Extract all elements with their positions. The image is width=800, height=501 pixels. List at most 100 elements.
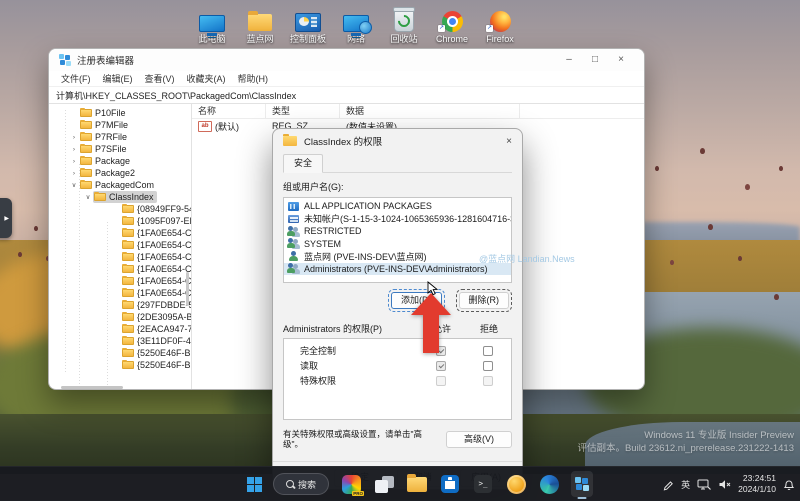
permissions-dialog: ClassIndex 的权限 × 安全 组或用户名(G): ALL APPLIC…	[272, 128, 523, 490]
desktop-icon-landian-folder[interactable]: 蓝点网	[234, 5, 286, 44]
taskbar-orange-app[interactable]	[505, 471, 527, 497]
pen-icon[interactable]	[662, 478, 674, 491]
user-row[interactable]: 未知帐户(S-1-15-3-1024-1065365936-1281604716…	[284, 213, 511, 226]
recycle-bin-icon	[394, 9, 414, 32]
desktop-icon-firefox[interactable]: ↗ Firefox	[474, 5, 526, 44]
column-type[interactable]: 类型	[266, 104, 340, 118]
taskbar-microsoft-store[interactable]	[439, 471, 461, 497]
desktop-icon-network[interactable]: 网络	[330, 5, 382, 44]
expand-icon[interactable]: ›	[69, 134, 79, 141]
tree-item[interactable]: ›P7RFile	[49, 131, 191, 143]
taskbar-terminal[interactable]: >_	[472, 471, 494, 497]
tree-item[interactable]: {1FA0E654-C9F2	[49, 275, 191, 287]
expand-icon[interactable]: ∨	[69, 181, 79, 189]
tree-item[interactable]: {5250E46F-BB09	[49, 359, 191, 371]
tree-item[interactable]: P7MFile	[49, 119, 191, 131]
tree-item[interactable]: {297FDBDE-595	[49, 299, 191, 311]
menu-help[interactable]: 帮助(H)	[232, 72, 275, 85]
tree-item[interactable]: {1095F097-EB96	[49, 215, 191, 227]
hot-air-balloon	[708, 224, 713, 230]
deny-checkbox[interactable]	[483, 361, 493, 371]
tree-item[interactable]: {2DE3095A-B49	[49, 311, 191, 323]
tree-item[interactable]: › P7SFile	[49, 143, 191, 155]
tree-item-selected[interactable]: ∨ClassIndex	[49, 191, 191, 203]
network-icon[interactable]	[697, 478, 711, 491]
menu-favorites[interactable]: 收藏夹(A)	[181, 72, 232, 85]
ime-indicator[interactable]: 英	[681, 478, 690, 491]
group-icon	[288, 238, 300, 249]
desktop-icon-this-pc[interactable]: 此电脑	[186, 5, 238, 44]
maximize-button[interactable]: □	[582, 50, 608, 70]
folder-icon	[122, 229, 134, 237]
menu-view[interactable]: 查看(V)	[139, 72, 181, 85]
tree-item[interactable]: {2EACA947-7F5F	[49, 323, 191, 335]
search-box[interactable]: 搜索	[273, 473, 329, 495]
desktop-icon-label: 控制面板	[282, 34, 334, 44]
desktop-icon-recycle-bin[interactable]: 回收站	[378, 5, 430, 44]
user-row[interactable]: SYSTEM	[284, 238, 511, 251]
speaker-muted-icon[interactable]	[718, 478, 731, 491]
tree-item[interactable]: {5250E46F-BB09	[49, 347, 191, 359]
column-data[interactable]: 数据	[340, 104, 520, 118]
advanced-button[interactable]: 高级(V)	[446, 431, 512, 448]
tree-item-label: {1095F097-EB96	[137, 216, 192, 226]
user-row-selected[interactable]: Administrators (PVE-INS-DEV\Administrato…	[284, 263, 511, 276]
tree-item[interactable]: {1FA0E654-C9F2	[49, 251, 191, 263]
tab-security[interactable]: 安全	[283, 154, 323, 173]
tray-clock[interactable]: 23:24:51 2024/1/10	[738, 473, 776, 494]
tree-item[interactable]: ∨PackagedCom	[49, 179, 191, 191]
taskbar-file-explorer[interactable]	[406, 471, 428, 497]
horizontal-scrollbar[interactable]	[61, 386, 123, 389]
deny-checkbox[interactable]	[483, 346, 493, 356]
tree-item-label: {1FA0E654-C9F2	[137, 252, 192, 262]
allow-checkbox[interactable]	[436, 361, 446, 371]
tree-item[interactable]: {1FA0E654-C9F2	[49, 263, 191, 275]
shortcut-arrow-icon: ↗	[438, 25, 445, 32]
taskbar-task-view[interactable]	[373, 471, 395, 497]
app-packages-icon	[288, 201, 300, 212]
menu-file[interactable]: 文件(F)	[55, 72, 97, 85]
tree-item[interactable]: {3E11DF0F-42EE	[49, 335, 191, 347]
recycle-symbol-icon	[396, 12, 413, 29]
user-row[interactable]: 蓝点网 (PVE-INS-DEV\蓝点网)	[284, 250, 511, 263]
tree-item[interactable]: {1FA0E654-C9F2	[49, 239, 191, 251]
tree-item[interactable]: ›Package2	[49, 167, 191, 179]
start-button[interactable]	[247, 477, 262, 492]
expand-icon[interactable]: ›	[69, 158, 79, 165]
expand-icon[interactable]: ∨	[83, 193, 93, 201]
menu-bar: 文件(F) 编辑(E) 查看(V) 收藏夹(A) 帮助(H)	[49, 71, 644, 86]
tree-item[interactable]: P10File	[49, 107, 191, 119]
expand-icon[interactable]: ›	[69, 170, 79, 177]
taskbar-regedit-active[interactable]	[571, 471, 593, 497]
taskbar-app-pinwheel[interactable]: PRO	[340, 471, 362, 497]
close-icon[interactable]: ×	[488, 136, 512, 147]
hot-air-balloon	[34, 226, 38, 231]
dialog-titlebar[interactable]: ClassIndex 的权限 ×	[273, 129, 522, 153]
registry-tree[interactable]: P10File P7MFile ›P7RFile › P7SFile ›Packa…	[49, 104, 192, 390]
vertical-scrollbar[interactable]	[186, 272, 189, 306]
expand-icon[interactable]: ›	[69, 146, 79, 153]
menu-edit[interactable]: 编辑(E)	[97, 72, 139, 85]
tree-item[interactable]: {1FA0E654-C9F2	[49, 227, 191, 239]
tree-item[interactable]: {08949FF9-54D2	[49, 203, 191, 215]
user-row[interactable]: ALL APPLICATION PACKAGES	[284, 200, 511, 213]
edge-panel-handle[interactable]: ▶	[0, 198, 12, 238]
close-button[interactable]: ×	[608, 50, 634, 70]
regedit-titlebar[interactable]: 注册表编辑器 – □ ×	[49, 49, 644, 71]
notification-bell-icon[interactable]	[783, 478, 795, 491]
address-bar[interactable]: 计算机\HKEY_CLASSES_ROOT\PackagedCom\ClassI…	[49, 86, 644, 104]
folder-icon	[94, 193, 106, 201]
tree-item[interactable]: ›Package	[49, 155, 191, 167]
minimize-button[interactable]: –	[556, 50, 582, 70]
tree-item-label: P7SFile	[95, 144, 127, 154]
column-name[interactable]: 名称	[192, 104, 266, 118]
desktop-icon-chrome[interactable]: ↗ Chrome	[426, 5, 478, 44]
tree-item[interactable]: {1FA0E654-C9F2	[49, 287, 191, 299]
user-list[interactable]: ALL APPLICATION PACKAGES 未知帐户(S-1-15-3-1…	[283, 197, 512, 283]
remove-button[interactable]: 删除(R)	[459, 292, 510, 309]
orange-app-icon	[507, 475, 526, 494]
user-row[interactable]: RESTRICTED	[284, 225, 511, 238]
desktop-icon-control-panel[interactable]: 控制面板	[282, 5, 334, 44]
taskbar-edge[interactable]	[538, 471, 560, 497]
permissions-list[interactable]: 完全控制 读取 特殊权限	[283, 338, 512, 420]
